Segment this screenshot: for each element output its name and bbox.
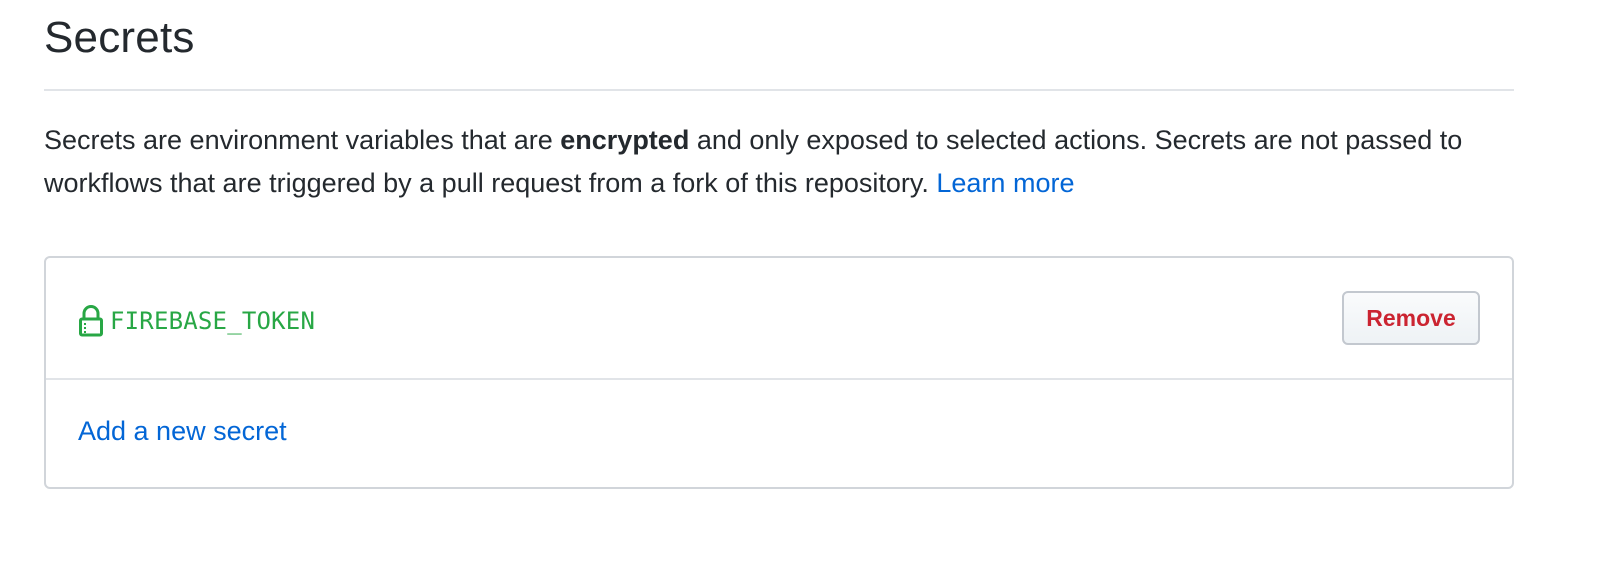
secrets-page: Secrets Secrets are environment variable… bbox=[44, 0, 1514, 489]
secrets-description: Secrets are environment variables that a… bbox=[44, 119, 1464, 205]
lock-icon bbox=[78, 304, 104, 337]
secret-name: FIREBASE_TOKEN bbox=[110, 306, 316, 335]
page-title: Secrets bbox=[44, 13, 195, 62]
add-new-secret-link[interactable]: Add a new secret bbox=[78, 411, 287, 451]
learn-more-link[interactable]: Learn more bbox=[936, 168, 1074, 198]
remove-secret-button[interactable]: Remove bbox=[1342, 291, 1480, 345]
secret-name-wrap: FIREBASE_TOKEN bbox=[78, 304, 315, 337]
secret-row: FIREBASE_TOKEN Remove bbox=[46, 258, 1512, 380]
description-text-before: Secrets are environment variables that a… bbox=[44, 125, 561, 155]
title-divider bbox=[44, 89, 1514, 91]
description-bold-text: encrypted bbox=[560, 125, 690, 155]
add-secret-row: Add a new secret bbox=[46, 380, 1512, 487]
secrets-list: FIREBASE_TOKEN Remove Add a new secret bbox=[44, 256, 1514, 489]
